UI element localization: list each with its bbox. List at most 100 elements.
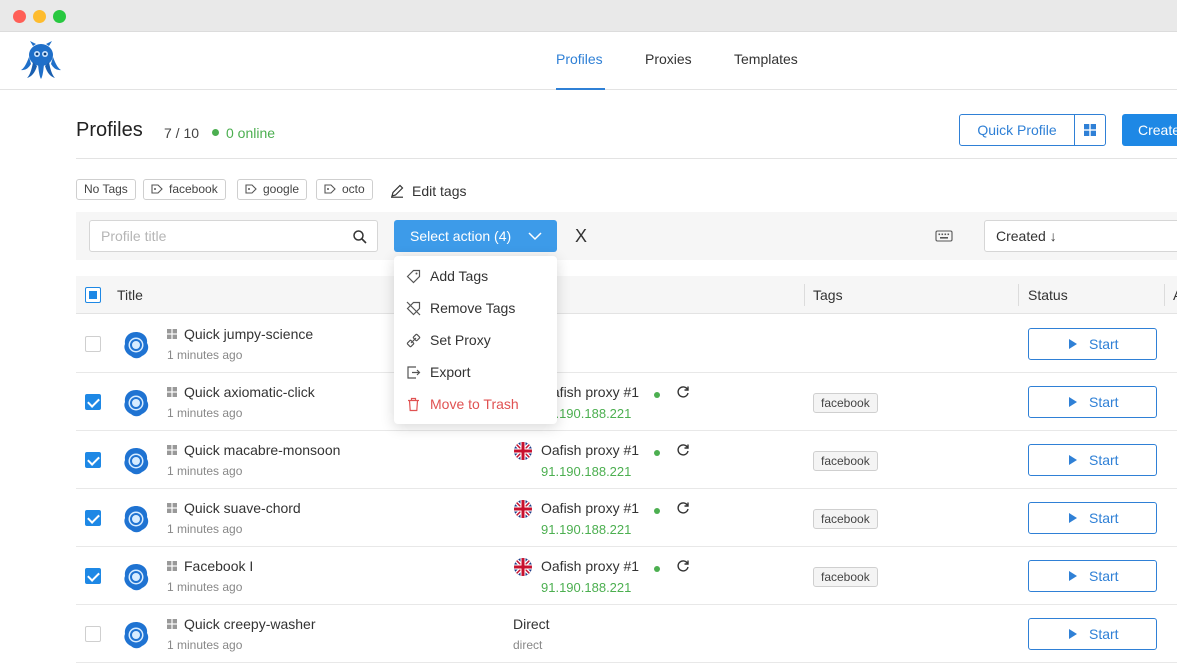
profile-tag[interactable]: facebook: [813, 393, 878, 413]
select-all-checkbox[interactable]: [85, 287, 101, 303]
profile-name[interactable]: Quick axiomatic-click: [184, 384, 315, 400]
column-header-tags[interactable]: Tags: [813, 287, 843, 303]
os-select-button[interactable]: [1074, 114, 1106, 146]
row-checkbox[interactable]: [85, 452, 101, 468]
column-header-overflow[interactable]: A: [1173, 287, 1177, 303]
plug-icon: [406, 333, 421, 348]
tab-proxies[interactable]: Proxies: [645, 32, 692, 90]
row-checkbox[interactable]: [85, 568, 101, 584]
proxy-name[interactable]: Oafish proxy #1: [541, 500, 639, 516]
page-title: Profiles: [76, 119, 143, 141]
table-row[interactable]: Facebook I 1 minutes ago Oafish proxy #1…: [76, 547, 1177, 605]
play-icon: [1069, 571, 1077, 581]
create-profile-button[interactable]: Create: [1122, 114, 1177, 146]
play-icon: [1069, 513, 1077, 523]
proxy-name[interactable]: Oafish proxy #1: [541, 558, 639, 574]
quick-profile-button[interactable]: Quick Profile: [959, 114, 1075, 146]
menu-item-remove-tags[interactable]: Remove Tags: [394, 292, 557, 324]
play-icon: [1069, 455, 1077, 465]
proxy-name[interactable]: Oafish proxy #1: [541, 442, 639, 458]
sort-dropdown[interactable]: Created ↓: [984, 220, 1177, 252]
table-row[interactable]: Quick axiomatic-click 1 minutes ago Oafi…: [76, 373, 1177, 431]
row-checkbox[interactable]: [85, 626, 101, 642]
start-label: Start: [1089, 626, 1119, 642]
refresh-icon[interactable]: [676, 443, 690, 457]
start-button[interactable]: Start: [1028, 502, 1157, 534]
start-label: Start: [1089, 336, 1119, 352]
profile-name[interactable]: Quick macabre-monsoon: [184, 442, 340, 458]
refresh-icon[interactable]: [676, 385, 690, 399]
start-button[interactable]: Start: [1028, 386, 1157, 418]
edit-tags-label: Edit tags: [412, 183, 467, 199]
start-button[interactable]: Start: [1028, 560, 1157, 592]
profile-tag[interactable]: facebook: [813, 567, 878, 587]
tag-filter-facebook[interactable]: facebook: [143, 179, 226, 200]
octopus-logo-icon[interactable]: [19, 40, 63, 80]
direct-connection-detail: direct: [513, 638, 543, 652]
search-icon[interactable]: [352, 229, 368, 245]
tag-icon: [406, 269, 421, 284]
window-titlebar: [0, 0, 1177, 32]
menu-item-set-proxy[interactable]: Set Proxy: [394, 324, 557, 356]
profile-tag[interactable]: facebook: [813, 509, 878, 529]
close-window-button[interactable]: [13, 10, 26, 23]
row-checkbox[interactable]: [85, 510, 101, 526]
refresh-icon[interactable]: [676, 559, 690, 573]
windows-icon: [167, 619, 177, 629]
search-input[interactable]: [90, 221, 340, 251]
row-checkbox[interactable]: [85, 394, 101, 410]
edit-tags-button[interactable]: Edit tags: [390, 183, 466, 199]
table-header: [76, 276, 1177, 314]
start-button[interactable]: Start: [1028, 618, 1157, 650]
online-count: 0 online: [226, 125, 276, 141]
tag-filter-label: No Tags: [84, 182, 128, 196]
tab-templates[interactable]: Templates: [734, 32, 798, 90]
profile-tag[interactable]: facebook: [813, 451, 878, 471]
column-header-title[interactable]: Title: [117, 287, 143, 303]
start-label: Start: [1089, 394, 1119, 410]
menu-item-export[interactable]: Export: [394, 356, 557, 388]
chevron-down-icon: [528, 232, 542, 241]
proxy-status-dot: [654, 508, 660, 514]
start-label: Start: [1089, 568, 1119, 584]
windows-icon: [167, 503, 177, 513]
browser-profile-icon: [124, 506, 149, 533]
browser-profile-icon: [124, 448, 149, 475]
row-checkbox[interactable]: [85, 336, 101, 352]
windows-icon: [1084, 124, 1096, 136]
online-status-dot: [212, 129, 219, 136]
column-header-status[interactable]: Status: [1028, 287, 1068, 303]
tag-filter-label: facebook: [169, 182, 218, 196]
menu-item-add-tags[interactable]: Add Tags: [394, 260, 557, 292]
table-row[interactable]: Quick macabre-monsoon 1 minutes ago Oafi…: [76, 431, 1177, 489]
profile-name[interactable]: Quick creepy-washer: [184, 616, 316, 632]
minimize-window-button[interactable]: [33, 10, 46, 23]
proxy-ip: 91.190.188.221: [541, 522, 632, 537]
tag-filter-label: google: [263, 182, 300, 196]
tag-filter-no-tags[interactable]: No Tags: [76, 179, 136, 200]
menu-item-label: Remove Tags: [430, 300, 516, 316]
profile-time: 1 minutes ago: [167, 406, 243, 420]
table-row[interactable]: Quick jumpy-science 1 minutes ago Start: [76, 315, 1177, 373]
uk-flag-icon: [514, 558, 532, 576]
keyboard-icon[interactable]: [935, 229, 953, 243]
start-button[interactable]: Start: [1028, 444, 1157, 476]
direct-connection[interactable]: Direct: [513, 616, 550, 632]
refresh-icon[interactable]: [676, 501, 690, 515]
profile-name[interactable]: Quick jumpy-science: [184, 326, 313, 342]
menu-item-move-to-trash[interactable]: Move to Trash: [394, 388, 557, 420]
clear-selection-button[interactable]: X: [571, 224, 591, 248]
table-row[interactable]: Quick creepy-washer 1 minutes ago Direct…: [76, 605, 1177, 663]
table-row[interactable]: Quick suave-chord 1 minutes ago Oafish p…: [76, 489, 1177, 547]
tab-profiles[interactable]: Profiles: [556, 32, 605, 90]
tag-filter-octo[interactable]: octo: [316, 179, 373, 200]
play-icon: [1069, 339, 1077, 349]
select-action-dropdown[interactable]: Select action (4): [394, 220, 557, 252]
profile-name[interactable]: Facebook I: [184, 558, 253, 574]
tag-filter-google[interactable]: google: [237, 179, 308, 200]
tag-filter-label: octo: [342, 182, 365, 196]
header-divider: [76, 158, 1177, 159]
maximize-window-button[interactable]: [53, 10, 66, 23]
profile-name[interactable]: Quick suave-chord: [184, 500, 301, 516]
start-button[interactable]: Start: [1028, 328, 1157, 360]
